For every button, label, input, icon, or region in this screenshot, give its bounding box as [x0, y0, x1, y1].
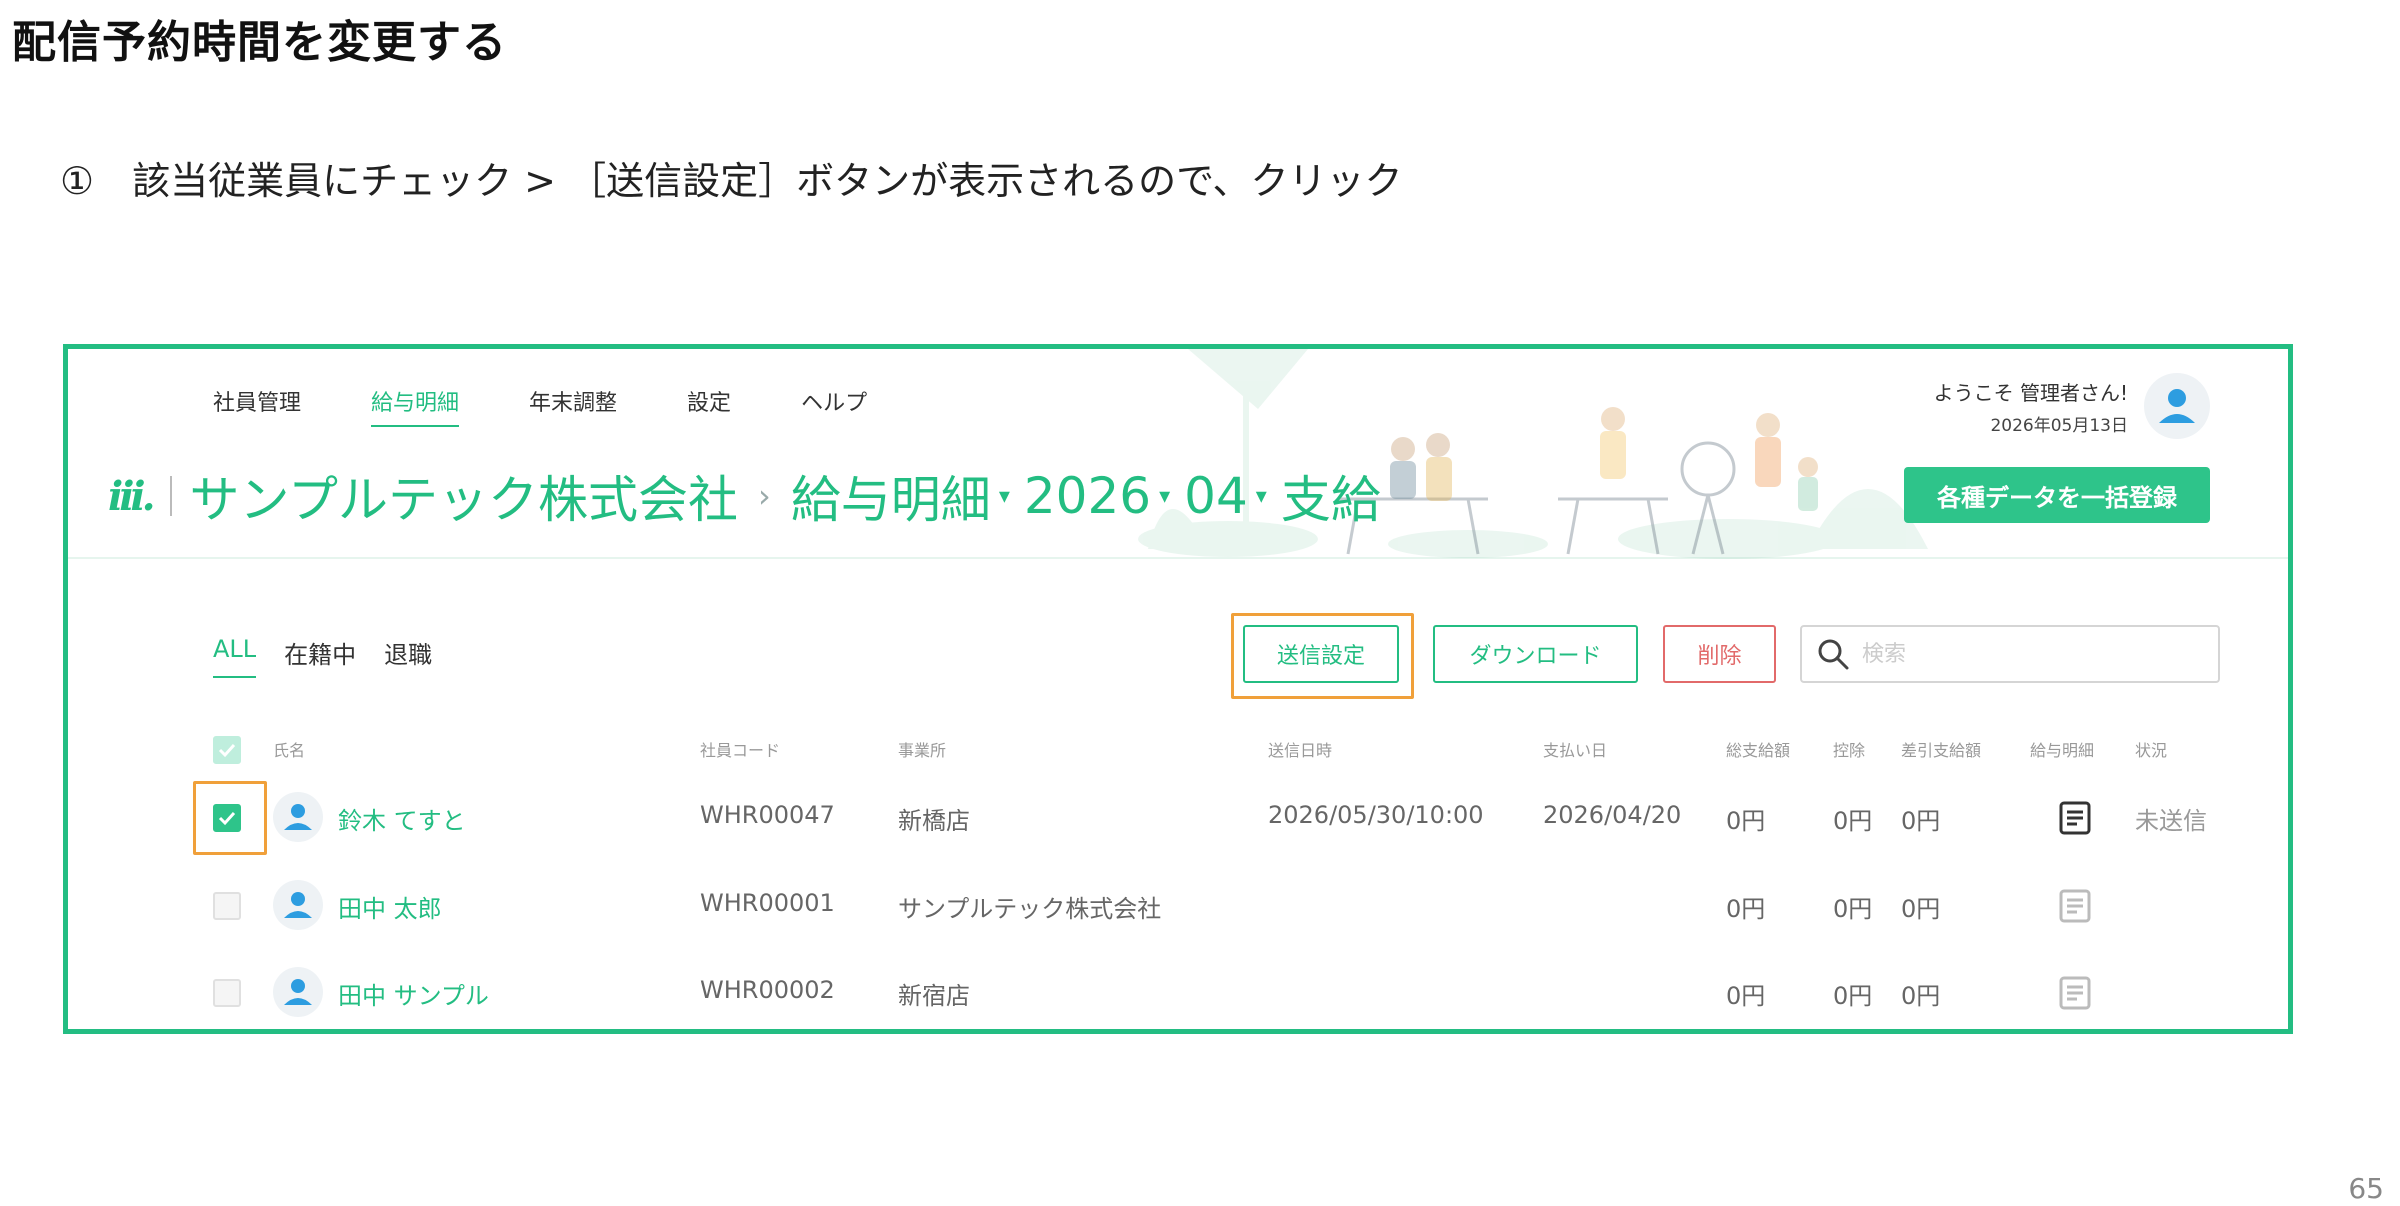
net-amount: 0円: [1901, 895, 1941, 923]
bulk-register-button[interactable]: 各種データを一括登録: [1904, 467, 2210, 523]
person-icon: [284, 804, 312, 830]
search-icon: [1818, 639, 1849, 670]
employee-office: サンプルテック株式会社: [898, 895, 1162, 923]
header-sent-at[interactable]: 送信日時: [1268, 737, 1332, 761]
instruction-text: ① 該当従業員にチェック > ［送信設定］ボタンが表示されるので、クリック: [60, 159, 1403, 203]
nav-payslips[interactable]: 給与明細: [371, 385, 460, 427]
header-gross[interactable]: 総支給額: [1726, 737, 1790, 761]
sent-at: 2026/05/30/10:00: [1268, 801, 1484, 829]
user-avatar-icon: [2159, 389, 2195, 423]
month-caret-down-icon[interactable]: ▾: [1256, 484, 1267, 509]
header-slip[interactable]: 給与明細: [2030, 737, 2094, 761]
employee-office: 新宿店: [898, 982, 970, 1010]
slide-title: 配信予約時間を変更する: [12, 17, 507, 68]
deduction-amount: 0円: [1833, 895, 1873, 923]
header-code[interactable]: 社員コード: [700, 737, 780, 761]
breadcrumb-year[interactable]: 2026: [1024, 467, 1151, 525]
nav-employees[interactable]: 社員管理: [213, 385, 301, 427]
gross-amount: 0円: [1726, 982, 1766, 1010]
employee-name[interactable]: 鈴木 てすと: [338, 801, 466, 836]
screenshot-frame: 社員管理 給与明細 年末調整 設定 ヘルプ iii. サンプルテック株式会社 ›…: [63, 344, 2293, 1034]
nav-year-end[interactable]: 年末調整: [529, 385, 617, 427]
row-checkbox[interactable]: [213, 979, 241, 1007]
filter-active[interactable]: 在籍中: [284, 635, 356, 678]
person-icon: [284, 892, 312, 918]
employee-code: WHR00001: [700, 889, 835, 917]
nav-help[interactable]: ヘルプ: [801, 385, 867, 427]
person-icon: [284, 979, 312, 1005]
send-settings-button[interactable]: 送信設定: [1243, 625, 1399, 683]
company-name: サンプルテック株式会社: [189, 471, 739, 529]
header-status[interactable]: 状況: [2135, 737, 2167, 761]
send-status: 未送信: [2135, 807, 2207, 835]
header-name[interactable]: 氏名: [273, 737, 305, 761]
filter-tabs: ALL 在籍中 退職: [213, 635, 432, 678]
page-number: 65: [2348, 1172, 2384, 1205]
net-amount: 0円: [1901, 807, 1941, 835]
employee-office: 新橋店: [898, 807, 970, 835]
pay-date: 2026/04/20: [1543, 801, 1682, 829]
filter-retired[interactable]: 退職: [384, 635, 432, 678]
check-icon: [218, 811, 236, 826]
row-checkbox[interactable]: [213, 804, 241, 832]
employee-code: WHR00002: [700, 976, 835, 1004]
select-all-checkbox[interactable]: [213, 736, 241, 764]
download-button[interactable]: ダウンロード: [1433, 625, 1638, 683]
current-date: 2026年05月13日: [1990, 416, 2128, 436]
header-pay-date[interactable]: 支払い日: [1543, 737, 1607, 761]
check-icon: [218, 743, 236, 758]
breadcrumb-chevron-icon: ›: [758, 477, 771, 515]
brand-breadcrumb: iii. サンプルテック株式会社 › 給与明細 ▾ 2026 ▾ 04 ▾ 支給: [108, 461, 1389, 531]
header-deduction[interactable]: 控除: [1833, 737, 1865, 761]
deduction-amount: 0円: [1833, 982, 1873, 1010]
breadcrumb-month[interactable]: 04: [1184, 467, 1248, 525]
delete-button[interactable]: 削除: [1663, 625, 1776, 683]
deduction-amount: 0円: [1833, 807, 1873, 835]
brand-separator: [169, 476, 172, 516]
avatar: [273, 880, 323, 930]
employee-name[interactable]: 田中 太郎: [338, 889, 442, 924]
header-office[interactable]: 事業所: [898, 737, 946, 761]
avatar: [273, 967, 323, 1017]
filter-all[interactable]: ALL: [213, 635, 257, 678]
search-input[interactable]: [1862, 641, 2192, 667]
header-net[interactable]: 差引支給額: [1901, 737, 1981, 761]
employee-name[interactable]: 田中 サンプル: [338, 976, 489, 1011]
app-logo[interactable]: iii.: [108, 473, 155, 520]
app-header: 社員管理 給与明細 年末調整 設定 ヘルプ iii. サンプルテック株式会社 ›…: [68, 349, 2288, 559]
section-caret-down-icon[interactable]: ▾: [999, 484, 1010, 509]
gross-amount: 0円: [1726, 807, 1766, 835]
nav-settings[interactable]: 設定: [687, 385, 731, 427]
employee-code: WHR00047: [700, 801, 835, 829]
gross-amount: 0円: [1726, 895, 1766, 923]
search-box: [1800, 625, 2220, 683]
payslip-document-icon[interactable]: [2058, 800, 2092, 836]
row-checkbox[interactable]: [213, 892, 241, 920]
user-avatar[interactable]: [2144, 373, 2210, 439]
breadcrumb-section[interactable]: 給与明細: [791, 460, 991, 532]
payslip-document-icon[interactable]: [2058, 888, 2092, 924]
payslip-document-icon[interactable]: [2058, 975, 2092, 1011]
top-nav: 社員管理 給与明細 年末調整 設定 ヘルプ: [213, 385, 937, 427]
welcome-text: ようこそ 管理者さん!: [1933, 381, 2128, 405]
net-amount: 0円: [1901, 982, 1941, 1010]
avatar: [273, 792, 323, 842]
year-caret-down-icon[interactable]: ▾: [1159, 484, 1170, 509]
breadcrumb-pay-type[interactable]: 支給: [1281, 460, 1381, 532]
